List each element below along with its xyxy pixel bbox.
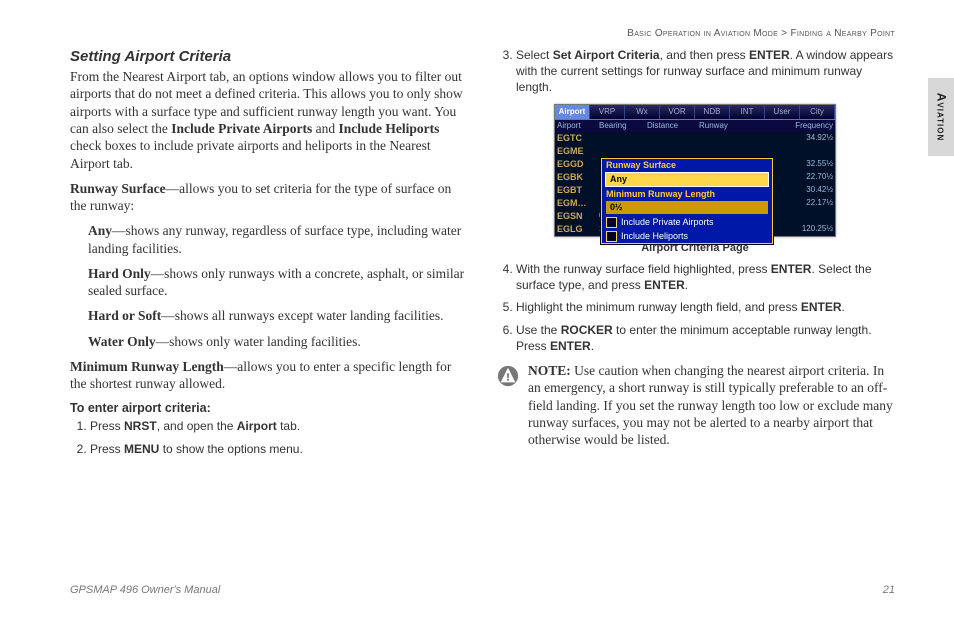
panel-label-runway-surface: Runway Surface (602, 159, 772, 172)
page-content: Basic Operation in Aviation Mode > Findi… (70, 28, 895, 465)
step-2: Press MENU to show the options menu. (90, 441, 468, 457)
criteria-panel: Runway Surface Any Minimum Runway Length… (601, 158, 773, 244)
step-5: Highlight the minimum runway length fiel… (516, 299, 894, 315)
min-runway-length-para: Minimum Runway Length—allows you to ente… (70, 358, 468, 393)
device-screenshot-wrap: Airport VRP Wx VOR NDB INT User City Air… (496, 104, 894, 256)
device-tab: Airport (555, 105, 590, 119)
left-column: Setting Airport Criteria From the Neares… (70, 47, 468, 465)
device-row: EGTC34.92½ (555, 132, 835, 145)
procedure-heading: To enter airport criteria: (70, 400, 468, 416)
device-tab: User (765, 105, 800, 119)
breadcrumb: Basic Operation in Aviation Mode > Findi… (70, 28, 895, 39)
device-tab: VRP (590, 105, 625, 119)
option-any: Any—shows any runway, regardless of surf… (88, 222, 468, 257)
panel-field-runway-surface: Any (606, 173, 768, 186)
step-4: With the runway surface field highlighte… (516, 261, 894, 293)
note-block: NOTE: Use caution when changing the near… (496, 362, 894, 448)
device-tab: NDB (695, 105, 730, 119)
section-heading: Setting Airport Criteria (70, 47, 468, 66)
panel-label-min-length: Minimum Runway Length (602, 188, 772, 201)
option-hard-or-soft: Hard or Soft—shows all runways except wa… (88, 307, 468, 324)
device-tab: City (800, 105, 835, 119)
device-tab: Wx (625, 105, 660, 119)
checkbox-icon (606, 217, 617, 228)
section-side-tab: Aviation (928, 78, 954, 156)
runway-surface-para: Runway Surface—allows you to set criteri… (70, 180, 468, 215)
footer-page-number: 21 (883, 584, 895, 596)
panel-field-min-length: 0½ (606, 201, 768, 214)
panel-check-private: Include Private Airports (602, 216, 772, 230)
device-tab: INT (730, 105, 765, 119)
breadcrumb-left: Basic Operation in Aviation Mode (627, 28, 778, 39)
note-text: NOTE: Use caution when changing the near… (528, 362, 894, 448)
panel-check-heliports: Include Heliports (602, 230, 772, 244)
step-3: Select Set Airport Criteria, and then pr… (516, 47, 894, 96)
device-row: EGME (555, 145, 835, 158)
device-column-headers: AirportBearingDistanceRunwayFrequency (555, 120, 835, 132)
warning-icon (496, 364, 520, 388)
device-screenshot: Airport VRP Wx VOR NDB INT User City Air… (554, 104, 836, 237)
footer-manual-title: GPSMAP 496 Owner's Manual (70, 584, 220, 596)
steps-4-6: With the runway surface field highlighte… (496, 261, 894, 354)
breadcrumb-right: Finding a Nearby Point (790, 28, 895, 39)
option-water-only: Water Only—shows only water landing faci… (88, 333, 468, 350)
option-hard-only: Hard Only—shows only runways with a conc… (88, 265, 468, 300)
steps-1-2: Press NRST, and open the Airport tab. Pr… (70, 418, 468, 456)
breadcrumb-sep: > (781, 28, 787, 39)
device-tabs: Airport VRP Wx VOR NDB INT User City (555, 105, 835, 120)
right-column: Select Set Airport Criteria, and then pr… (496, 47, 894, 465)
page-footer: GPSMAP 496 Owner's Manual 21 (70, 584, 895, 596)
step-1: Press NRST, and open the Airport tab. (90, 418, 468, 434)
steps-3: Select Set Airport Criteria, and then pr… (496, 47, 894, 96)
checkbox-icon (606, 231, 617, 242)
device-tab: VOR (660, 105, 695, 119)
side-tab-label: Aviation (934, 93, 948, 142)
intro-paragraph: From the Nearest Airport tab, an options… (70, 68, 468, 172)
step-6: Use the ROCKER to enter the minimum acce… (516, 322, 894, 354)
